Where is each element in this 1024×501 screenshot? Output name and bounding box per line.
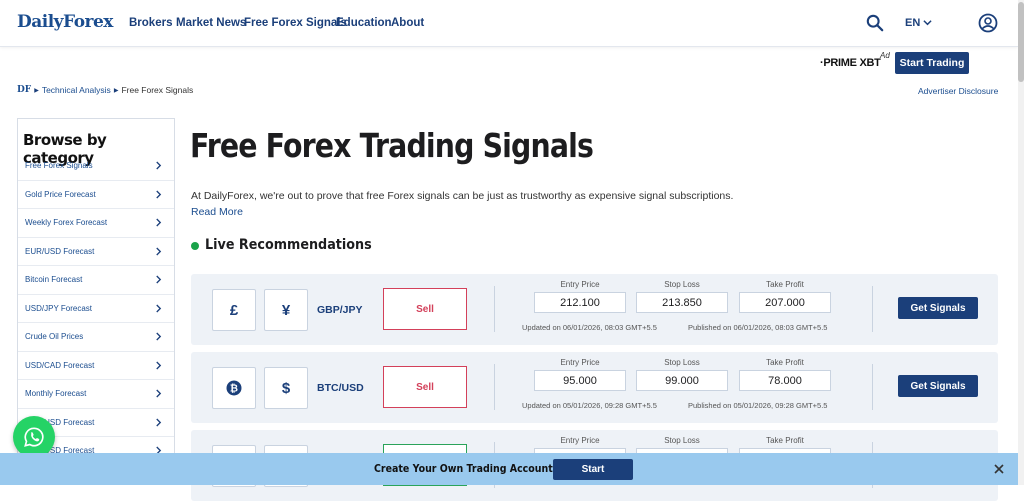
chevron-right-icon bbox=[156, 418, 162, 426]
banner-text: Create Your Own Trading Account bbox=[374, 463, 553, 475]
currency-icon: £ bbox=[212, 289, 256, 331]
sidebar-item-label: Weekly Forex Forecast bbox=[25, 218, 108, 227]
sidebar-item[interactable]: Weekly Forex Forecast bbox=[18, 209, 174, 238]
divider bbox=[872, 286, 873, 332]
entry-price-label: Entry Price bbox=[560, 436, 600, 445]
breadcrumb-separator-icon: ▶ bbox=[113, 87, 119, 94]
sidebar-item[interactable]: Gold Price Forecast bbox=[18, 181, 174, 209]
stop-loss-value: 213.850 bbox=[636, 292, 728, 313]
currency-pair[interactable]: GBP/JPY bbox=[317, 304, 363, 316]
sidebar-item-label: USD/CAD Forecast bbox=[25, 360, 95, 370]
currency-icon: $ bbox=[264, 367, 308, 409]
updated-timestamp: Updated on 05/01/2026, 09:28 GMT+5.5 bbox=[522, 401, 657, 410]
top-navigation: DailyForex Brokers Market News Free Fore… bbox=[0, 0, 1018, 47]
entry-price-value: 212.100 bbox=[534, 292, 626, 313]
sidebar-item[interactable]: Crude Oil Prices bbox=[18, 323, 174, 352]
scrollbar-thumb[interactable] bbox=[1018, 2, 1024, 82]
breadcrumb-current: Free Forex Signals bbox=[121, 85, 194, 95]
updated-timestamp: Updated on 06/01/2026, 08:03 GMT+5.5 bbox=[522, 323, 657, 332]
nav-brokers[interactable]: Brokers bbox=[129, 17, 172, 29]
chevron-right-icon bbox=[156, 190, 162, 198]
signal-card: ₿ $ BTC/USD Sell Entry Price Stop Loss Take Pr… bbox=[191, 352, 998, 423]
nav-market-news[interactable]: Market News bbox=[176, 17, 246, 29]
breadcrumb-technical-analysis[interactable]: Technical Analysis bbox=[42, 85, 111, 95]
signal-action-badge: Sell bbox=[383, 288, 467, 330]
signal-action-badge: Sell bbox=[383, 366, 467, 408]
start-trading-button[interactable]: Start Trading bbox=[895, 52, 969, 74]
entry-price-value: 95.000 bbox=[534, 370, 626, 391]
start-button[interactable]: Start bbox=[553, 459, 633, 480]
published-timestamp: Published on 06/01/2026, 08:03 GMT+5.5 bbox=[688, 323, 828, 332]
signal-card: £ ¥ GBP/JPY Sell Entry Price Stop Loss Take Pr… bbox=[191, 274, 998, 345]
chevron-right-icon bbox=[156, 275, 162, 284]
sidebar-item-label: EUR/USD Forecast bbox=[25, 246, 95, 256]
sidebar-item-label: Gold Price Forecast bbox=[25, 189, 96, 199]
search-icon[interactable] bbox=[866, 14, 884, 32]
intro-text: At DailyForex, we're out to prove that f… bbox=[191, 190, 734, 202]
entry-price-label: Entry Price bbox=[560, 358, 600, 367]
chevron-right-icon bbox=[156, 389, 162, 398]
sidebar-item-label: USD/JPY Forecast bbox=[25, 303, 92, 313]
breadcrumb-separator-icon: ▶ bbox=[34, 87, 39, 94]
sidebar-item[interactable]: USD/CAD Forecast bbox=[18, 352, 174, 380]
chevron-right-icon bbox=[156, 218, 162, 227]
chevron-down-icon[interactable] bbox=[923, 18, 932, 27]
take-profit-value: 78.000 bbox=[739, 370, 831, 391]
chevron-right-icon bbox=[156, 332, 162, 341]
category-sidebar: Browse by category Free Forex Signals Gol… bbox=[17, 118, 175, 458]
take-profit-value: 207.000 bbox=[739, 292, 831, 313]
get-signals-button[interactable]: Get Signals bbox=[898, 297, 978, 319]
chevron-right-icon bbox=[156, 247, 162, 255]
breadcrumb: DF ▶ Technical Analysis ▶ Free Forex Sig… bbox=[17, 85, 193, 95]
sidebar-item-label: Monthly Forecast bbox=[25, 389, 87, 398]
live-recommendations-heading: Live Recommendations bbox=[205, 237, 372, 253]
whatsapp-button[interactable] bbox=[13, 416, 55, 458]
ad-tag: Ad bbox=[880, 51, 890, 60]
read-more-link[interactable]: Read More bbox=[191, 206, 243, 218]
live-indicator-icon bbox=[191, 242, 199, 250]
take-profit-label: Take Profit bbox=[766, 358, 804, 367]
divider bbox=[494, 364, 495, 410]
sidebar-item-label: Free Forex Signals bbox=[25, 161, 93, 170]
user-icon[interactable] bbox=[978, 13, 998, 33]
sidebar-item-label: Bitcoin Forecast bbox=[25, 275, 83, 284]
sidebar-item-label: Crude Oil Prices bbox=[25, 332, 84, 341]
nav-free-forex-signals[interactable]: Free Forex Signals bbox=[244, 17, 347, 29]
close-icon[interactable] bbox=[993, 463, 1005, 475]
nav-education[interactable]: Education bbox=[336, 17, 392, 29]
sidebar-item[interactable]: Monthly Forecast bbox=[18, 380, 174, 409]
get-signals-button[interactable]: Get Signals bbox=[898, 375, 978, 397]
ad-brand-logo[interactable]: ·PRIME XBT bbox=[820, 57, 881, 69]
entry-price-label: Entry Price bbox=[560, 280, 600, 289]
published-timestamp: Published on 05/01/2026, 09:28 GMT+5.5 bbox=[688, 401, 828, 410]
nav-about[interactable]: About bbox=[391, 17, 424, 29]
currency-icon: ¥ bbox=[264, 289, 308, 331]
sidebar-item[interactable]: EUR/USD Forecast bbox=[18, 238, 174, 266]
divider bbox=[872, 364, 873, 410]
stop-loss-value: 99.000 bbox=[636, 370, 728, 391]
create-account-banner: Create Your Own Trading Account Start bbox=[0, 453, 1018, 485]
stop-loss-label: Stop Loss bbox=[664, 358, 700, 367]
advertiser-disclosure-link[interactable]: Advertiser Disclosure bbox=[918, 86, 998, 96]
divider bbox=[494, 286, 495, 332]
sidebar-item[interactable]: Bitcoin Forecast bbox=[18, 266, 174, 295]
take-profit-label: Take Profit bbox=[766, 436, 804, 445]
sidebar-item[interactable]: USD/JPY Forecast bbox=[18, 295, 174, 323]
bitcoin-icon: ₿ bbox=[212, 367, 256, 409]
chevron-right-icon bbox=[156, 161, 162, 170]
currency-pair[interactable]: BTC/USD bbox=[317, 382, 364, 394]
sidebar-item[interactable]: Free Forex Signals bbox=[18, 152, 174, 181]
svg-text:₿: ₿ bbox=[230, 383, 238, 395]
chevron-right-icon bbox=[156, 361, 162, 369]
language-selector[interactable]: EN bbox=[905, 17, 920, 29]
take-profit-label: Take Profit bbox=[766, 280, 804, 289]
stop-loss-label: Stop Loss bbox=[664, 280, 700, 289]
site-logo[interactable]: DailyForex bbox=[17, 12, 113, 32]
breadcrumb-home[interactable]: DF bbox=[17, 85, 31, 95]
page-scrollbar[interactable] bbox=[1018, 0, 1024, 485]
stop-loss-label: Stop Loss bbox=[664, 436, 700, 445]
whatsapp-icon bbox=[24, 427, 44, 447]
page-title: Free Forex Trading Signals bbox=[190, 126, 594, 165]
chevron-right-icon bbox=[156, 304, 162, 312]
